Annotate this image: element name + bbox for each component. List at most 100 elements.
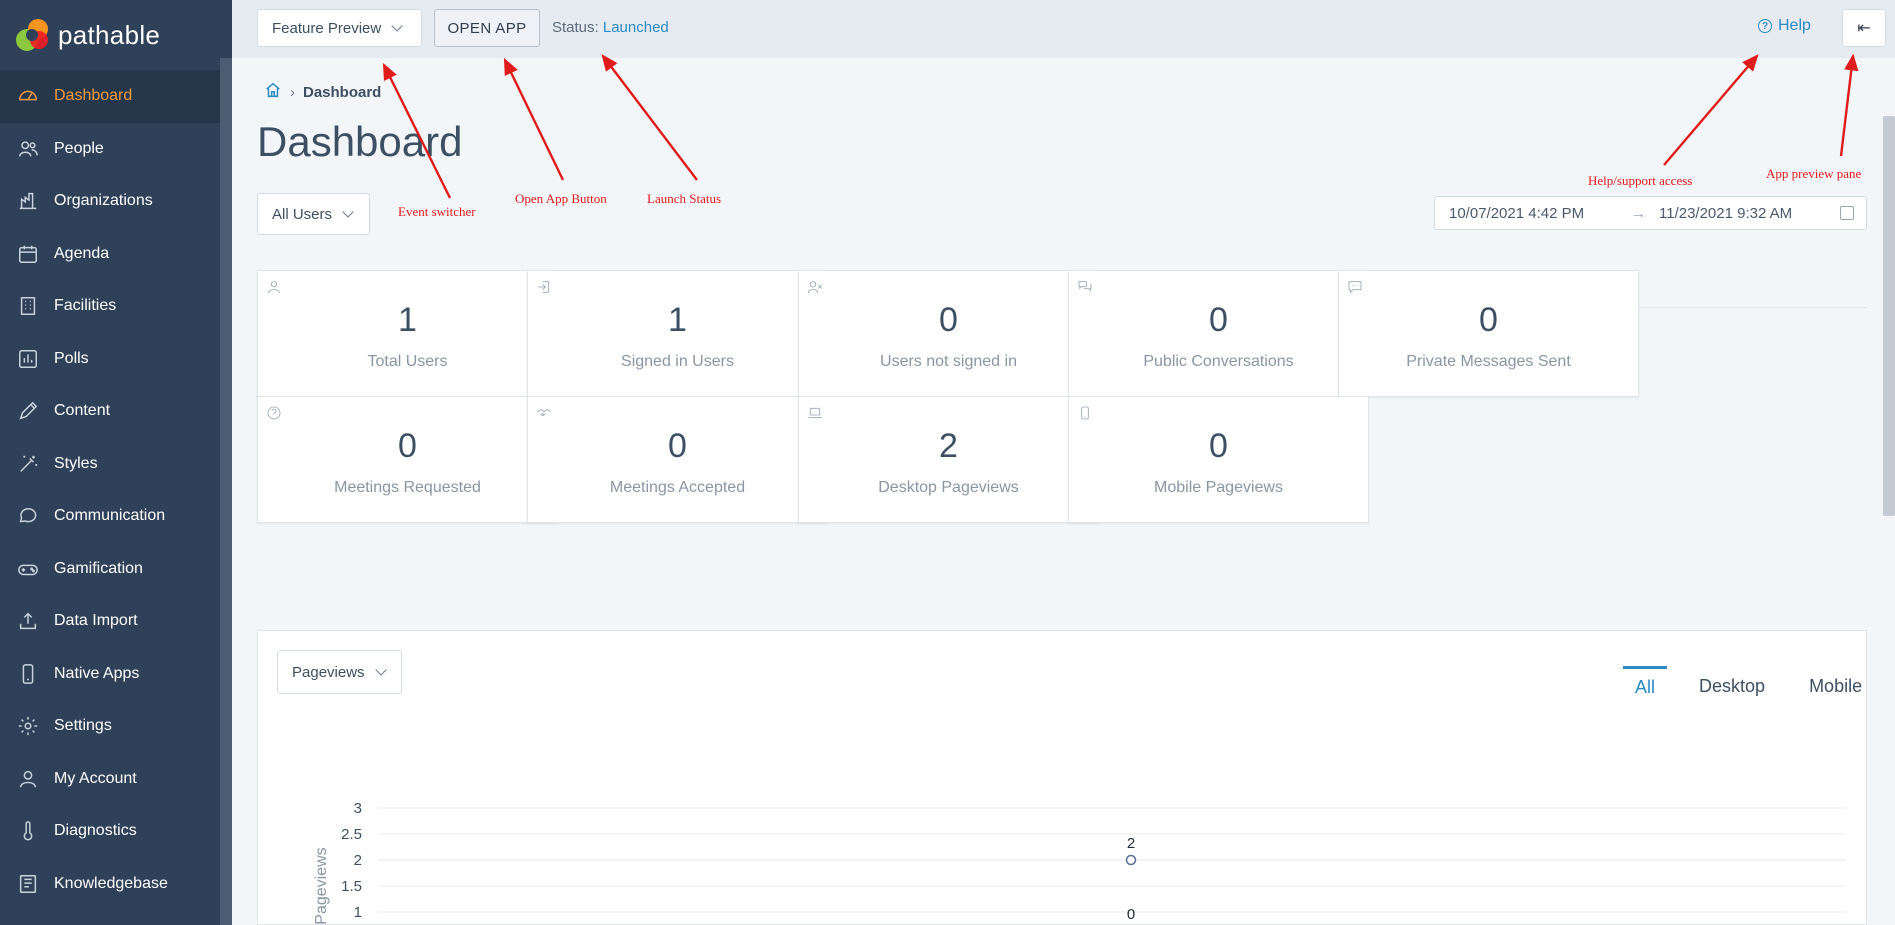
user-filter-label: All Users: [272, 205, 333, 223]
annotation-event-switcher: Event switcher: [398, 204, 476, 219]
stat-card-public-conversations: 0 Public Conversations: [1068, 270, 1369, 397]
stat-label: Mobile Pageviews: [1154, 479, 1283, 496]
stat-card-total-users: 1 Total Users: [257, 270, 558, 397]
home-icon[interactable]: [264, 81, 282, 103]
sidebar-item-native-apps[interactable]: Native Apps: [0, 648, 220, 701]
stat-value: 0: [1479, 301, 1498, 339]
sidebar-item-polls[interactable]: Polls: [0, 333, 220, 386]
organizations-icon: [16, 189, 40, 213]
sidebar-item-organizations[interactable]: Organizations: [0, 175, 220, 228]
collapse-left-icon: ⇤: [1857, 20, 1871, 37]
sidebar-item-knowledgebase[interactable]: Knowledgebase: [0, 858, 220, 911]
stat-label: Signed in Users: [621, 353, 734, 370]
phone-icon: [16, 662, 40, 686]
y-tick-label: 1.5: [341, 878, 362, 895]
pageviews-chart: 32.521.510.5Pageviews20: [313, 800, 1846, 925]
question-circle-icon: ?: [1758, 19, 1772, 33]
dashboard-icon: [16, 84, 40, 108]
annotation-open-app: Open App Button: [515, 191, 607, 206]
breadcrumb-current: Dashboard: [303, 83, 382, 101]
arrow-right-icon: →: [1631, 204, 1646, 222]
open-app-button[interactable]: OPEN APP: [434, 9, 540, 47]
date-range-picker[interactable]: 10/07/2021 4:42 PM → 11/23/2021 9:32 AM: [1434, 196, 1867, 230]
page-scrollbar[interactable]: [1883, 116, 1895, 516]
sidebar-item-label: Gamification: [54, 559, 143, 577]
sidebar-item-label: Polls: [54, 349, 89, 367]
sign-in-icon: [536, 279, 552, 295]
sidebar-item-label: Facilities: [54, 297, 117, 315]
upload-icon: [16, 609, 40, 633]
stat-value: 1: [398, 301, 417, 339]
date-from[interactable]: 10/07/2021 4:42 PM: [1449, 205, 1584, 222]
pencil-icon: [16, 399, 40, 423]
magic-wand-icon: [16, 452, 40, 476]
stat-card-meetings-requested: 0 Meetings Requested: [257, 396, 558, 523]
sidebar-item-content[interactable]: Content: [0, 385, 220, 438]
sidebar-item-data-import[interactable]: Data Import: [0, 595, 220, 648]
sidebar-item-communication[interactable]: Communication: [0, 490, 220, 543]
y-tick-label: 1: [354, 904, 362, 921]
stat-label: Meetings Accepted: [609, 479, 746, 496]
stat-label: Public Conversations: [1143, 353, 1294, 370]
sidebar-item-settings[interactable]: Settings: [0, 700, 220, 753]
sidebar-item-my-account[interactable]: My Account: [0, 753, 220, 806]
sidebar-item-dashboard[interactable]: Dashboard: [0, 70, 220, 123]
data-label: 0: [1127, 906, 1135, 923]
sidebar-item-label: Styles: [54, 454, 98, 472]
logo[interactable]: pathable: [16, 15, 160, 55]
question-icon: [266, 405, 282, 421]
annotation-launch-status: Launch Status: [647, 191, 722, 206]
sidebar-item-people[interactable]: People: [0, 123, 220, 176]
stat-label: Total Users: [367, 353, 448, 370]
stat-label: Private Messages Sent: [1406, 353, 1571, 370]
calendar-icon[interactable]: [1840, 206, 1854, 220]
sidebar-item-facilities[interactable]: Facilities: [0, 280, 220, 333]
breadcrumb: › Dashboard: [264, 81, 381, 103]
user-icon: [16, 767, 40, 791]
sidebar-item-agenda[interactable]: Agenda: [0, 228, 220, 281]
y-axis-label: Pageviews: [313, 847, 330, 924]
stat-value: 0: [668, 427, 687, 465]
chart-panel: Pageviews AllDesktopMobile 32.521.510.5P…: [257, 630, 1867, 925]
gear-icon: [16, 714, 40, 738]
stat-value: 0: [398, 427, 417, 465]
book-icon: [16, 872, 40, 896]
user-x-icon: [807, 279, 823, 295]
user-filter-dropdown[interactable]: All Users: [257, 193, 370, 235]
annotation-help: Help/support access: [1588, 173, 1693, 188]
data-label: 2: [1127, 835, 1135, 852]
stat-card-signed-in-users: 1 Signed in Users: [527, 270, 828, 397]
logo-mark-icon: [16, 17, 52, 53]
stat-value: 0: [939, 301, 958, 339]
thermometer-icon: [16, 819, 40, 843]
sidebar: pathable Dashboard People Organizations Age…: [0, 0, 232, 925]
stat-card-users-not-signed-in: 0 Users not signed in: [798, 270, 1099, 397]
app-preview-pane-toggle[interactable]: ⇤: [1842, 9, 1886, 47]
sidebar-item-gamification[interactable]: Gamification: [0, 543, 220, 596]
sidebar-item-label: Agenda: [54, 244, 110, 262]
help-link[interactable]: ? Help: [1758, 17, 1811, 35]
sidebar-item-label: Diagnostics: [54, 822, 137, 840]
chevron-down-icon: [342, 206, 354, 218]
sidebar-item-label: Communication: [54, 507, 166, 525]
help-label: Help: [1778, 17, 1811, 34]
event-switcher-dropdown[interactable]: Feature Preview: [257, 9, 422, 47]
calendar-icon: [16, 242, 40, 266]
stat-label: Users not signed in: [880, 353, 1017, 370]
sidebar-item-label: Knowledgebase: [54, 874, 168, 892]
sidebar-item-label: Content: [54, 402, 111, 420]
sidebar-item-diagnostics[interactable]: Diagnostics: [0, 805, 220, 858]
gamepad-icon: [16, 557, 40, 581]
sidebar-item-styles[interactable]: Styles: [0, 438, 220, 491]
topbar: Feature Preview OPEN APP Status: Launche…: [232, 0, 1895, 58]
status-value: Launched: [602, 19, 669, 36]
people-icon: [16, 137, 40, 161]
annotation-preview: App preview pane: [1766, 166, 1862, 181]
date-to[interactable]: 11/23/2021 9:32 AM: [1659, 205, 1792, 222]
sidebar-item-label: Native Apps: [54, 664, 140, 682]
sidebar-item-label: Data Import: [54, 612, 138, 630]
stat-value: 0: [1209, 427, 1228, 465]
sidebar-scrollbar[interactable]: [220, 58, 232, 925]
y-tick-label: 2.5: [341, 826, 362, 843]
sidebar-item-label: My Account: [54, 769, 137, 787]
